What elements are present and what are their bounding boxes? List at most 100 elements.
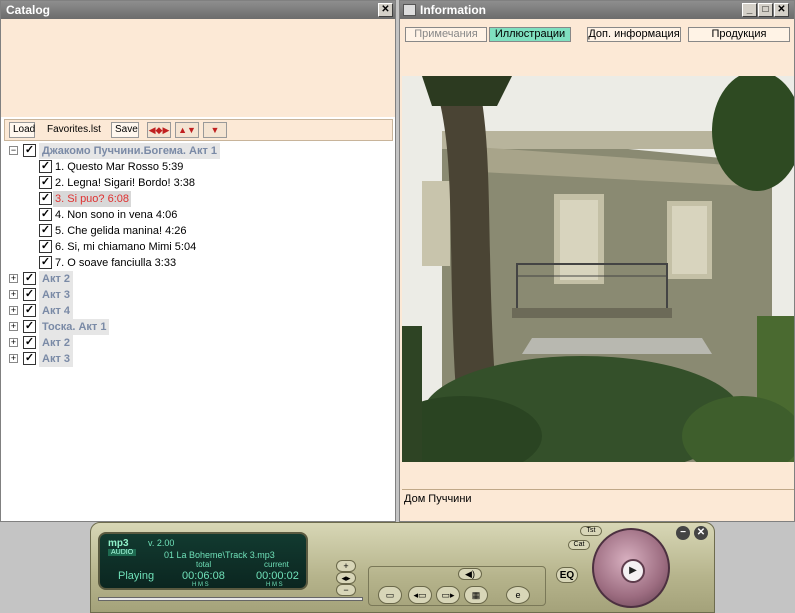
tab-notes[interactable]: Примечания xyxy=(405,27,487,42)
move-down-icon[interactable]: ▼ xyxy=(203,122,227,138)
expand-icon[interactable]: + xyxy=(9,338,18,347)
browser-icon[interactable]: e xyxy=(506,586,530,604)
current-time: 00:00:02 xyxy=(256,570,299,582)
tree-node[interactable]: + ✓ Акт 2 xyxy=(1,335,391,351)
checkbox[interactable]: ✓ xyxy=(23,352,36,365)
catalog-tree: − ✓ Джакомо Пуччини.Богема. Акт 1 ✓ 1. Q… xyxy=(1,143,395,521)
checkbox[interactable]: ✓ xyxy=(23,304,36,317)
total-time: 00:06:08 xyxy=(182,570,225,582)
tab-additional-info[interactable]: Доп. информация xyxy=(587,27,681,42)
tree-node[interactable]: + ✓ Акт 2 xyxy=(1,271,391,287)
expand-icon[interactable]: + xyxy=(9,322,18,331)
maximize-icon[interactable]: □ xyxy=(758,3,773,17)
player-track: 01 La Boheme\Track 3.mp3 xyxy=(164,550,275,560)
catalog-titlebar: Catalog xyxy=(1,1,395,19)
checkbox[interactable]: ✓ xyxy=(39,176,52,189)
player-status: Playing xyxy=(118,570,155,582)
playlist-icon[interactable]: ▭▸ xyxy=(436,586,460,604)
checkbox[interactable]: ✓ xyxy=(39,224,52,237)
close-icon[interactable]: ✕ xyxy=(774,3,789,17)
track-label: 3. Si puo? 6:08 xyxy=(53,191,132,207)
tree-node-label: Джакомо Пуччини.Богема. Акт 1 xyxy=(39,143,221,159)
tree-node[interactable]: + ✓ Тоска. Акт 1 xyxy=(1,319,391,335)
illustration-caption: Дом Пуччини xyxy=(402,489,794,521)
catalog-close-icon[interactable]: ✕ xyxy=(378,3,393,17)
tree-track[interactable]: ✓ 1. Questo Mar Rosso 5:39 xyxy=(1,159,391,175)
checkbox[interactable]: ✓ xyxy=(39,160,52,173)
checkbox[interactable]: ✓ xyxy=(39,208,52,221)
collapse-icon[interactable]: − xyxy=(9,146,18,155)
tree-track[interactable]: ✓ 5. Che gelida manina! 4:26 xyxy=(1,223,391,239)
expand-icon[interactable]: + xyxy=(9,306,18,315)
mute-icon[interactable]: ◀) xyxy=(458,568,482,580)
checkbox[interactable]: ✓ xyxy=(23,320,36,333)
balance-icon[interactable]: ◂▸ xyxy=(336,572,356,584)
expand-icon[interactable]: + xyxy=(9,290,18,299)
tree-track[interactable]: ✓ 6. Si, mi chiamano Mimi 5:04 xyxy=(1,239,391,255)
track-label: 7. O soave fanciulla 3:33 xyxy=(55,257,177,269)
tree-track-selected[interactable]: ✓ 3. Si puo? 6:08 xyxy=(1,191,391,207)
expand-icon[interactable]: + xyxy=(9,354,18,363)
move-all-icon[interactable]: ◀◆▶ xyxy=(147,122,171,138)
cat-button[interactable]: Cat xyxy=(568,540,590,550)
checkbox[interactable]: ✓ xyxy=(39,256,52,269)
volume-down-button[interactable]: − xyxy=(336,584,356,596)
tab-illustrations[interactable]: Иллюстрации xyxy=(489,27,571,42)
move-up-down-icon[interactable]: ▲▼ xyxy=(175,122,199,138)
mp3-player: mp3 AUDIO v. 2.00 01 La Boheme\Track 3.m… xyxy=(90,522,715,613)
save-button[interactable]: Save xyxy=(111,122,139,138)
tab-products[interactable]: Продукция xyxy=(688,27,790,42)
information-title: Information xyxy=(420,3,486,17)
track-label: 5. Che gelida manina! 4:26 xyxy=(55,225,187,237)
tree-track[interactable]: ✓ 4. Non sono in vena 4:06 xyxy=(1,207,391,223)
playlist-name: Favorites.lst xyxy=(47,124,101,135)
total-label: total xyxy=(196,560,212,569)
checkbox[interactable]: ✓ xyxy=(23,272,36,285)
checkbox[interactable]: ✓ xyxy=(23,144,36,157)
equalizer-button[interactable]: EQ xyxy=(556,567,578,583)
transport-knob[interactable]: ▶ xyxy=(592,528,670,608)
tree-node-label: Акт 2 xyxy=(39,271,74,287)
tree-node[interactable]: + ✓ Акт 3 xyxy=(1,351,391,367)
track-label: 4. Non sono in vena 4:06 xyxy=(55,209,178,221)
track-label: 6. Si, mi chiamano Mimi 5:04 xyxy=(55,241,197,253)
information-titlebar: Information xyxy=(400,1,794,19)
catalog-title: Catalog xyxy=(6,3,51,17)
close-player-icon[interactable]: ✕ xyxy=(694,526,708,540)
checkbox[interactable]: ✓ xyxy=(23,336,36,349)
prev-track-icon[interactable]: ◂▭ xyxy=(408,586,432,604)
checkbox[interactable]: ✓ xyxy=(39,192,52,205)
checkbox[interactable]: ✓ xyxy=(23,288,36,301)
minimize-icon[interactable]: _ xyxy=(742,3,757,17)
tree-node-label: Тоска. Акт 1 xyxy=(39,319,110,335)
minimize-player-icon[interactable]: − xyxy=(676,526,690,540)
tree-track[interactable]: ✓ 2. Legna! Sigari! Bordo! 3:38 xyxy=(1,175,391,191)
checkbox[interactable]: ✓ xyxy=(39,240,52,253)
load-button[interactable]: Load xyxy=(9,122,35,138)
tree-node-label: Акт 4 xyxy=(39,303,74,319)
tree-node[interactable]: + ✓ Акт 3 xyxy=(1,287,391,303)
current-label: current xyxy=(264,560,289,569)
catalog-toolbar: Load Favorites.lst Save ◀◆▶ ▲▼ ▼ xyxy=(4,119,393,141)
player-logo: mp3 xyxy=(108,538,129,549)
grid-icon[interactable]: ▦ xyxy=(464,586,488,604)
tree-node-label: Акт 3 xyxy=(39,351,74,367)
expand-icon[interactable]: + xyxy=(9,274,18,283)
caption-text: Дом Пуччини xyxy=(404,493,472,505)
catalog-header-area xyxy=(1,19,395,117)
seek-bar[interactable] xyxy=(98,597,363,601)
information-panel: Information _ □ ✕ Примечания Иллюстрации… xyxy=(399,0,795,522)
tree-node-root[interactable]: − ✓ Джакомо Пуччини.Богема. Акт 1 xyxy=(1,143,391,159)
tree-node-label: Акт 3 xyxy=(39,287,74,303)
tree-node[interactable]: + ✓ Акт 4 xyxy=(1,303,391,319)
player-logo-sub: AUDIO xyxy=(108,549,137,556)
track-label: 1. Questo Mar Rosso 5:39 xyxy=(55,161,184,173)
villa-photo-icon xyxy=(402,76,794,462)
tree-track[interactable]: ✓ 7. O soave fanciulla 3:33 xyxy=(1,255,391,271)
illustration-image xyxy=(402,76,794,462)
tst-button[interactable]: Tst xyxy=(580,526,602,536)
volume-up-button[interactable]: + xyxy=(336,560,356,572)
tree-node-label: Акт 2 xyxy=(39,335,74,351)
eject-icon[interactable]: ▭ xyxy=(378,586,402,604)
play-icon[interactable]: ▶ xyxy=(621,559,645,583)
